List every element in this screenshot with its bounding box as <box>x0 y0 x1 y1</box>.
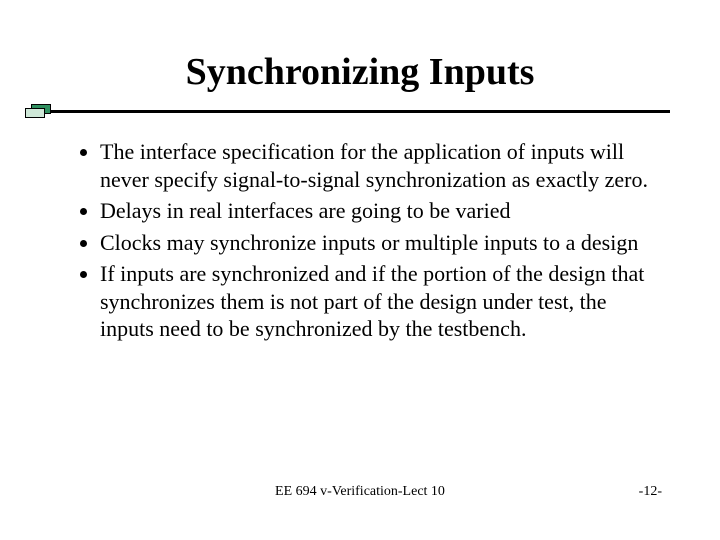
footer-course: EE 694 v-Verification-Lect 10 <box>0 484 720 500</box>
slide-marker-icon <box>25 104 53 118</box>
footer: EE 694 v-Verification-Lect 10 -12- <box>0 484 720 504</box>
title-rule <box>60 106 660 116</box>
bullet-item: If inputs are synchronized and if the po… <box>100 260 660 343</box>
bullet-item: The interface specification for the appl… <box>100 138 660 193</box>
footer-page-number: -12- <box>639 484 662 500</box>
bullet-item: Delays in real interfaces are going to b… <box>100 197 660 225</box>
slide-title: Synchronizing Inputs <box>60 50 660 94</box>
slide: Synchronizing Inputs The interface speci… <box>0 0 720 540</box>
bullet-list: The interface specification for the appl… <box>60 138 660 343</box>
bullet-item: Clocks may synchronize inputs or multipl… <box>100 229 660 257</box>
